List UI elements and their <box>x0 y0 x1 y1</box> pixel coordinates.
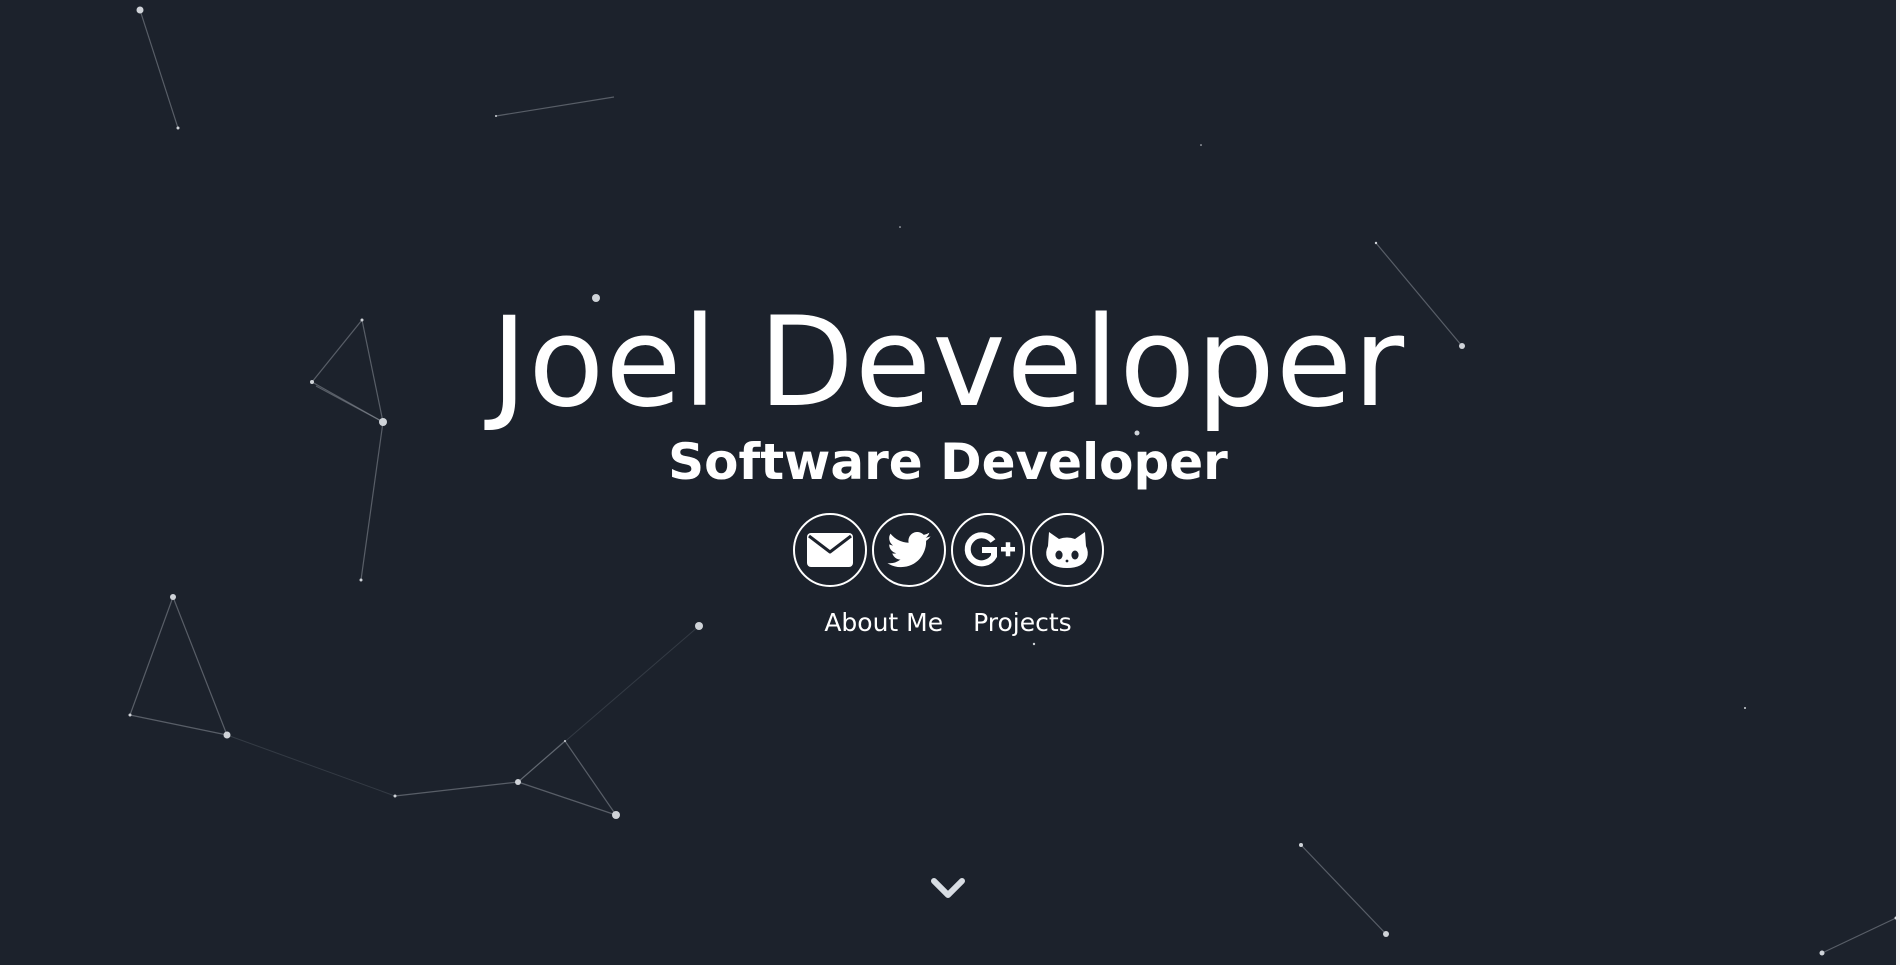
about-me-link[interactable]: About Me <box>824 606 943 640</box>
google-plus-icon <box>964 532 1015 567</box>
social-links <box>0 513 1896 587</box>
twitter-bird-icon <box>886 532 931 568</box>
chevron-down-icon <box>931 878 965 898</box>
hero-section: Joel Developer Software Developer About … <box>0 0 1896 965</box>
github-button[interactable] <box>1029 513 1104 587</box>
github-octocat-icon <box>1045 532 1088 568</box>
envelope-icon <box>806 533 853 567</box>
nav-links: About Me Projects <box>0 606 1896 640</box>
scroll-down-button[interactable] <box>928 873 968 903</box>
hero-name: Joel Developer <box>490 291 1406 435</box>
projects-link[interactable]: Projects <box>973 606 1072 640</box>
page: Joel Developer Software Developer About … <box>0 0 1900 965</box>
google-plus-button[interactable] <box>950 513 1025 587</box>
scrollbar[interactable] <box>1896 0 1900 965</box>
twitter-button[interactable] <box>871 513 946 587</box>
hero-tagline: Software Developer <box>668 433 1228 491</box>
email-button[interactable] <box>792 513 867 587</box>
